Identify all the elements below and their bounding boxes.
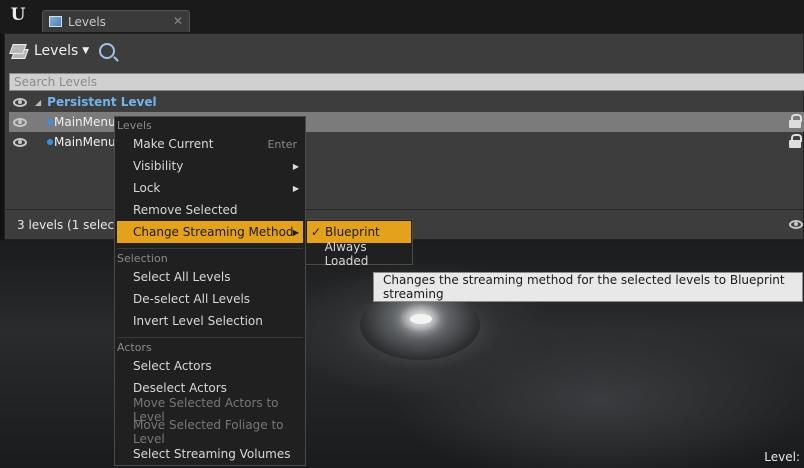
- expand-triangle-icon[interactable]: ◢: [35, 98, 41, 107]
- tooltip: Changes the streaming method for the sel…: [373, 272, 803, 302]
- menu-item-label: Select All Levels: [133, 270, 231, 284]
- submenu-arrow-icon: ▶: [292, 183, 299, 193]
- levels-menu-label: Levels: [34, 43, 79, 59]
- scene-light: [410, 314, 432, 324]
- menu-item-label: Select Streaming Volumes: [133, 447, 291, 461]
- submenu-item-label: Blueprint: [325, 225, 380, 239]
- menu-section-header: Actors: [117, 341, 152, 354]
- tab-label: Levels: [68, 14, 106, 29]
- level-status-dot: [47, 139, 53, 145]
- tab-levels[interactable]: Levels ✕: [42, 10, 190, 32]
- level-name: MainMenu: [54, 135, 116, 149]
- menu-separator: [117, 248, 303, 249]
- menu-item-select-all-levels[interactable]: Select All Levels: [117, 266, 303, 288]
- menu-separator: [117, 337, 303, 338]
- menu-item-make-current[interactable]: Make Current Enter: [117, 133, 303, 155]
- menu-item-label: Invert Level Selection: [133, 314, 263, 328]
- menu-item-select-streaming-volumes[interactable]: Select Streaming Volumes: [117, 443, 303, 465]
- context-menu: Levels Make Current Enter Visibility ▶ L…: [114, 116, 306, 466]
- eye-icon[interactable]: [789, 220, 803, 229]
- menu-item-select-actors[interactable]: Select Actors: [117, 355, 303, 377]
- menu-item-lock[interactable]: Lock ▶: [117, 177, 303, 199]
- menu-item-label: Make Current: [133, 137, 214, 151]
- menu-item-label: Select Actors: [133, 359, 212, 373]
- menu-item-label: Move Selected Foliage to Level: [133, 418, 284, 446]
- tooltip-text: Changes the streaming method for the sel…: [383, 273, 785, 301]
- unreal-logo-icon[interactable]: U: [6, 4, 30, 28]
- levels-icon: [9, 41, 31, 61]
- menu-item-change-streaming-method[interactable]: Change Streaming Method ▶: [117, 221, 303, 243]
- menu-item-deselect-all-levels[interactable]: De-select All Levels: [117, 288, 303, 310]
- search-levels-field[interactable]: [9, 73, 804, 91]
- persistent-level-label: Persistent Level: [47, 95, 157, 109]
- checkmark-icon: ✓: [311, 225, 322, 239]
- menu-item-remove-selected[interactable]: Remove Selected: [117, 199, 303, 221]
- submenu-arrow-icon: ▶: [292, 161, 299, 171]
- menu-item-visibility[interactable]: Visibility ▶: [117, 155, 303, 177]
- menu-item-label: De-select All Levels: [133, 292, 251, 306]
- menu-section-header: Levels: [117, 119, 152, 132]
- eye-icon[interactable]: [13, 97, 27, 107]
- menu-item-label: Lock: [133, 181, 161, 195]
- menu-item-move-selected-foliage: Move Selected Foliage to Level: [117, 418, 303, 446]
- magnify-icon[interactable]: [99, 43, 116, 59]
- chevron-down-icon: ▼: [82, 46, 90, 56]
- menu-item-label: Deselect Actors: [133, 381, 227, 395]
- lock-icon[interactable]: [789, 134, 802, 148]
- menu-item-label: Change Streaming Method: [133, 225, 294, 239]
- lock-icon[interactable]: [789, 114, 802, 128]
- persistent-level-row[interactable]: ◢ Persistent Level: [9, 92, 804, 112]
- menu-item-invert-level-selection[interactable]: Invert Level Selection: [117, 310, 303, 332]
- submenu-item-always-loaded[interactable]: Always Loaded: [307, 240, 411, 268]
- viewport-level-label: Level:: [764, 450, 800, 464]
- submenu-arrow-icon: ▶: [292, 227, 299, 237]
- close-icon[interactable]: ✕: [173, 14, 183, 28]
- eye-icon[interactable]: [13, 137, 27, 147]
- levels-tab-icon: [49, 16, 62, 27]
- menu-section-header: Selection: [117, 252, 168, 265]
- levels-menu-button[interactable]: Levels ▼: [9, 41, 89, 61]
- menu-item-label: Visibility: [133, 159, 184, 173]
- eye-icon[interactable]: [13, 117, 27, 127]
- menu-item-label: Remove Selected: [133, 203, 238, 217]
- streaming-method-submenu: ✓ Blueprint Always Loaded: [305, 219, 413, 268]
- search-input[interactable]: [14, 74, 804, 90]
- submenu-item-label: Always Loaded: [324, 240, 369, 268]
- levels-toolbar: Levels ▼: [5, 34, 803, 68]
- shortcut-label: Enter: [267, 137, 297, 151]
- level-name: MainMenu: [54, 115, 116, 129]
- title-bar: U Levels ✕: [0, 0, 804, 34]
- level-status-dot: [47, 119, 53, 125]
